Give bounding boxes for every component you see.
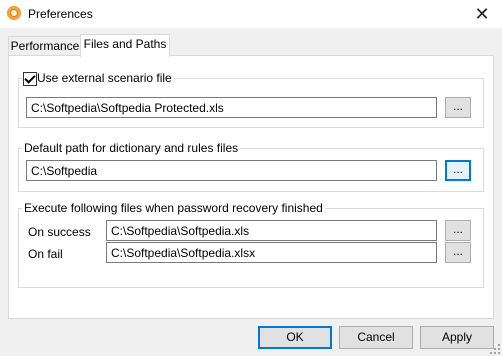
execute-group-label: Execute following files when password re… [22,201,325,215]
on-fail-label: On fail [28,247,63,261]
scenario-browse-button[interactable]: ... [445,97,471,118]
dictionary-path-field[interactable]: C:\Softpedia [26,160,437,181]
resize-grip-icon[interactable] [490,344,500,354]
close-icon: ✕ [474,3,490,24]
apply-button[interactable]: Apply [420,326,494,349]
scenario-group-label-wrap: Use external scenario file [22,71,174,85]
on-fail-browse-button[interactable]: ... [445,242,471,263]
app-icon [7,6,21,20]
on-fail-path-field[interactable]: C:\Softpedia\Softpedia.xlsx [106,242,437,263]
on-success-path-field[interactable]: C:\Softpedia\Softpedia.xls [106,220,437,241]
close-button[interactable]: ✕ [462,0,502,28]
tab-panel-files-and-paths: Use external scenario file C:\Softpedia\… [8,55,494,319]
dictionary-browse-button[interactable]: ... [445,160,471,181]
tab-performance[interactable]: Performance [8,36,82,56]
scenario-path-field[interactable]: C:\Softpedia\Softpedia Protected.xls [26,97,437,118]
cancel-button[interactable]: Cancel [339,326,413,349]
ok-button[interactable]: OK [258,326,332,349]
scenario-checkbox-label[interactable]: Use external scenario file [37,71,172,85]
title-bar: Preferences ✕ [0,0,502,28]
window-title: Preferences [28,7,93,21]
use-external-scenario-checkbox[interactable] [23,72,37,86]
tab-files-and-paths[interactable]: Files and Paths [80,34,170,57]
dictionary-group-label: Default path for dictionary and rules fi… [22,141,241,155]
on-success-label: On success [28,225,91,239]
on-success-browse-button[interactable]: ... [445,220,471,241]
